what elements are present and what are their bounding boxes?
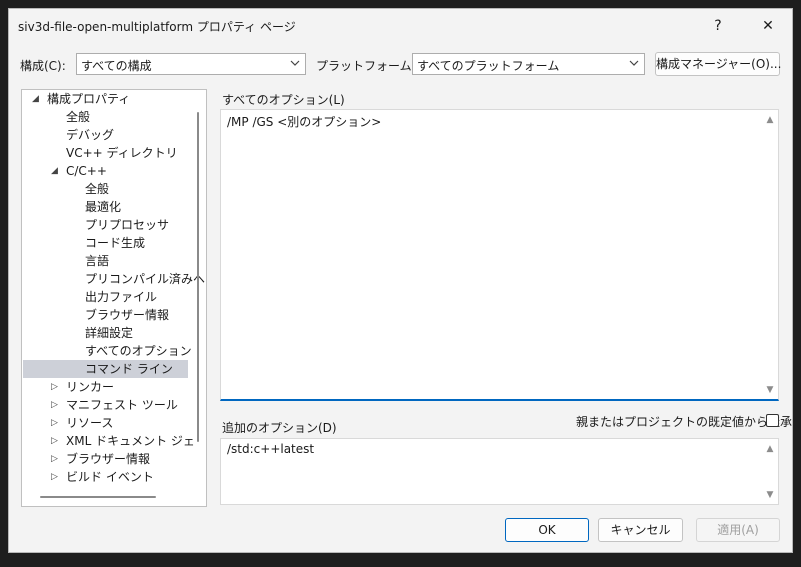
cancel-button[interactable]: キャンセル — [598, 518, 683, 542]
tree-item-label: ブラウザー情報 — [85, 308, 170, 322]
inherit-checkbox-label: 親またはプロジェクトの既定値から継承 — [576, 415, 793, 429]
tree-item-label: 言語 — [85, 254, 110, 268]
tree-item-code-generation[interactable]: コード生成 — [22, 234, 194, 252]
tree-item-label: 最適化 — [85, 200, 122, 214]
tree-item-configuration-properties[interactable]: ◢ 構成プロパティ — [22, 90, 194, 108]
tree-item-label: マニフェスト ツール — [66, 398, 178, 412]
scroll-down-icon[interactable]: ▼ — [766, 491, 774, 500]
tree-item-manifest-tool[interactable]: ▷ マニフェスト ツール — [22, 396, 194, 414]
tree-item-cpp[interactable]: ◢ C/C++ — [22, 162, 194, 180]
scroll-up-icon[interactable]: ▲ — [766, 445, 774, 454]
platform-value: すべてのプラットフォーム — [417, 59, 560, 73]
tree-item-debugging[interactable]: デバッグ — [22, 126, 194, 144]
all-options-textbox[interactable]: /MP /GS <別のオプション> ▲ ▼ — [220, 109, 779, 401]
tree-item-general[interactable]: 全般 — [22, 108, 194, 126]
tree-item-label: C/C++ — [66, 164, 107, 178]
tree-item-all-options[interactable]: すべてのオプション — [22, 342, 194, 360]
expander-collapsed-icon[interactable]: ▷ — [51, 468, 58, 486]
tree-item-label: すべてのオプション — [85, 344, 192, 358]
tree-item-label: VC++ ディレクトリ — [66, 146, 178, 160]
expander-collapsed-icon[interactable]: ▷ — [51, 396, 58, 414]
additional-options-value: /std:c++latest — [227, 442, 315, 456]
tree-item-language[interactable]: 言語 — [22, 252, 194, 270]
expander-expanded-icon[interactable]: ◢ — [32, 90, 39, 108]
close-icon: ✕ — [762, 18, 774, 34]
tree-item-label: ブラウザー情報 — [66, 452, 151, 466]
tree-item-label: 出力ファイル — [85, 290, 158, 304]
tree-item-label: 詳細設定 — [85, 326, 134, 340]
tree-item-label: 構成プロパティ — [47, 92, 131, 106]
property-tree: ◢ 構成プロパティ 全般 デバッグ VC++ ディレクトリ ◢ C/C++ 全般… — [21, 89, 207, 507]
tree-item-resources[interactable]: ▷ リソース — [22, 414, 194, 432]
ok-button[interactable]: OK — [505, 518, 589, 542]
help-button[interactable]: ? — [696, 9, 740, 43]
tree-item-command-line[interactable]: コマンド ライン — [23, 360, 188, 378]
additional-options-textbox[interactable]: /std:c++latest ▲ ▼ — [220, 438, 779, 505]
tree-item-label: XML ドキュメント ジェネレー — [66, 434, 194, 448]
tree-item-linker[interactable]: ▷ リンカー — [22, 378, 194, 396]
inherit-checkbox[interactable] — [766, 414, 779, 427]
tree-item-output-files[interactable]: 出力ファイル — [22, 288, 194, 306]
expander-collapsed-icon[interactable]: ▷ — [51, 378, 58, 396]
tree-item-preprocessor[interactable]: プリプロセッサ — [22, 216, 194, 234]
tree-item-label: ビルド イベント — [66, 470, 154, 484]
tree-item-build-events[interactable]: ▷ ビルド イベント — [22, 468, 194, 486]
tree-item-label: コード生成 — [85, 236, 146, 250]
tree-item-xml-document-generator[interactable]: ▷ XML ドキュメント ジェネレー — [22, 432, 194, 450]
tree-item-browse-information-2[interactable]: ▷ ブラウザー情報 — [22, 450, 194, 468]
all-options-label: すべてのオプション(L) — [222, 93, 345, 107]
tree-vertical-scrollbar[interactable] — [197, 112, 199, 442]
apply-button[interactable]: 適用(A) — [696, 518, 780, 542]
additional-options-label: 追加のオプション(D) — [222, 421, 337, 435]
tree-horizontal-scrollbar[interactable] — [40, 496, 156, 498]
chevron-down-icon — [629, 60, 639, 66]
scroll-up-icon[interactable]: ▲ — [766, 116, 774, 125]
close-button[interactable]: ✕ — [746, 9, 790, 43]
tree-item-optimization[interactable]: 最適化 — [22, 198, 194, 216]
configuration-select[interactable]: すべての構成 — [76, 53, 306, 75]
all-options-value: /MP /GS <別のオプション> — [227, 115, 382, 129]
expander-collapsed-icon[interactable]: ▷ — [51, 432, 58, 450]
tree-item-advanced[interactable]: 詳細設定 — [22, 324, 194, 342]
chevron-down-icon — [290, 60, 300, 66]
tree-item-label: プリコンパイル済みヘッ — [85, 272, 207, 286]
expander-collapsed-icon[interactable]: ▷ — [51, 414, 58, 432]
tree-item-label: 全般 — [85, 182, 110, 196]
tree-item-vc-directories[interactable]: VC++ ディレクトリ — [22, 144, 194, 162]
tree-item-label: 全般 — [66, 110, 91, 124]
configuration-label: 構成(C): — [20, 59, 66, 73]
property-pages-dialog: siv3d-file-open-multiplatform プロパティ ページ … — [8, 8, 793, 553]
tree-item-label: リソース — [66, 416, 114, 430]
tree-item-precompiled-headers[interactable]: プリコンパイル済みヘッ — [22, 270, 206, 288]
tree-item-cpp-general[interactable]: 全般 — [22, 180, 194, 198]
configuration-manager-button[interactable]: 構成マネージャー(O)... — [655, 52, 781, 76]
title-bar: siv3d-file-open-multiplatform プロパティ ページ … — [9, 9, 792, 43]
expander-collapsed-icon[interactable]: ▷ — [51, 450, 58, 468]
tree-item-browse-information[interactable]: ブラウザー情報 — [22, 306, 194, 324]
tree-item-label: コマンド ライン — [85, 362, 173, 376]
tree-item-label: デバッグ — [66, 128, 115, 142]
tree-item-label: リンカー — [66, 380, 115, 394]
configuration-value: すべての構成 — [81, 59, 152, 73]
scroll-down-icon[interactable]: ▼ — [766, 386, 774, 395]
tree-item-label: プリプロセッサ — [85, 218, 170, 232]
dialog-title: siv3d-file-open-multiplatform プロパティ ページ — [18, 20, 296, 34]
platform-select[interactable]: すべてのプラットフォーム — [412, 53, 645, 75]
expander-expanded-icon[interactable]: ◢ — [51, 162, 58, 180]
